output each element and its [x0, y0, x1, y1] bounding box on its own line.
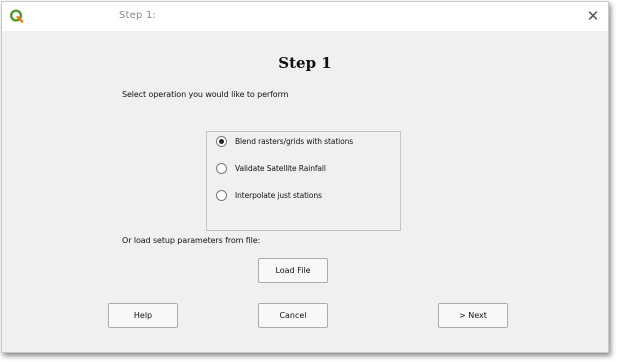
operation-group: Blend rasters/grids with stations Valida…	[206, 131, 401, 231]
radio-indicator-checked[interactable]	[216, 136, 227, 147]
close-icon: ✕	[586, 7, 600, 25]
radio-blend-rasters[interactable]: Blend rasters/grids with stations	[216, 136, 353, 147]
dialog-window: Step 1: ✕ Step 1 Select operation you wo…	[1, 1, 609, 353]
instruction-label: Select operation you would like to perfo…	[122, 90, 289, 99]
radio-label-blend: Blend rasters/grids with stations	[235, 137, 354, 146]
qgis-logo-icon	[9, 9, 24, 23]
radio-label-interpolate: Interpolate just stations	[235, 191, 322, 200]
load-setup-label: Or load setup parameters from file:	[122, 236, 261, 245]
close-button[interactable]: ✕	[582, 5, 604, 27]
radio-validate-satellite[interactable]: Validate Satellite Rainfall	[216, 163, 326, 174]
step-heading: Step 1	[278, 54, 332, 72]
help-button[interactable]: Help	[108, 303, 178, 328]
radio-indicator[interactable]	[216, 190, 227, 201]
load-file-button[interactable]: Load File	[258, 258, 328, 283]
title-bar: Step 1: ✕	[2, 2, 608, 31]
radio-label-validate: Validate Satellite Rainfall	[235, 164, 326, 173]
cancel-button[interactable]: Cancel	[258, 303, 328, 328]
next-button[interactable]: > Next	[438, 303, 508, 328]
radio-indicator[interactable]	[216, 163, 227, 174]
radio-interpolate-stations[interactable]: Interpolate just stations	[216, 190, 322, 201]
window-title: Step 1:	[119, 10, 157, 21]
